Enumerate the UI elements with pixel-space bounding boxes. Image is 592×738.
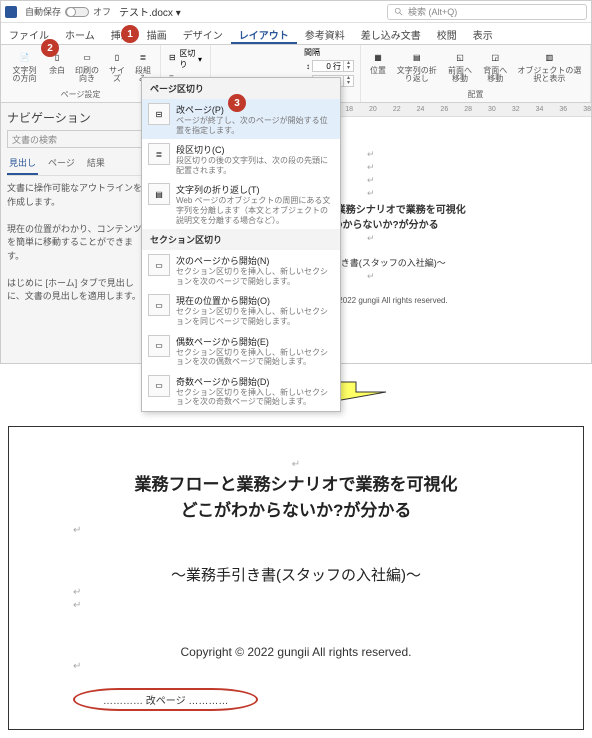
search-placeholder: 検索 (Alt+Q) bbox=[408, 5, 457, 18]
odd-page-icon: ▭ bbox=[148, 375, 170, 397]
nav-tab-headings[interactable]: 見出し bbox=[7, 154, 38, 175]
nav-tab-pages[interactable]: ページ bbox=[46, 154, 77, 175]
next-page-icon: ▭ bbox=[148, 254, 170, 276]
callout-2: 2 bbox=[41, 39, 59, 57]
wrap-text-button[interactable]: ▤文字列の折り返し bbox=[393, 47, 440, 84]
menu-next-page[interactable]: ▭ 次のページから開始(N) セクション区切りを挿入し、新しいセクションを次のペ… bbox=[142, 250, 340, 290]
text-wrap-icon: ▤ bbox=[148, 183, 170, 205]
nav-search-input[interactable]: 文書の検索 bbox=[7, 130, 143, 148]
titlebar: 自動保存 オフ テスト.docx ▾ 検索 (Alt+Q) bbox=[1, 1, 591, 23]
tab-design[interactable]: デザイン bbox=[175, 23, 231, 44]
search-box[interactable]: 検索 (Alt+Q) bbox=[387, 4, 587, 20]
breaks-button[interactable]: ⊟区切り▾ bbox=[167, 47, 204, 71]
result-subtitle: ～業務手引き書(スタッフの入社編)～ bbox=[33, 564, 559, 585]
column-break-icon: ≣ bbox=[148, 143, 170, 165]
nav-body: 文書に操作可能なアウトラインを作成します。 現在の位置がわかり、コンテンツを簡単… bbox=[7, 182, 143, 304]
ribbon: 📄文字列の方向 ▯余白 ▭印刷の向き ▯サイズ ≣段組み ページ設定 ⊟区切り▾… bbox=[1, 45, 591, 103]
menu-desc: ページが終了し、次のページが開始する位置を指定します。 bbox=[176, 116, 334, 135]
selection-pane-button[interactable]: ▥オブジェクトの選択と表示 bbox=[515, 47, 584, 84]
group-page-setup: 📄文字列の方向 ▯余白 ▭印刷の向き ▯サイズ ≣段組み ページ設定 bbox=[1, 45, 161, 102]
menu-odd-page[interactable]: ▭ 奇数ページから開始(D) セクション区切りを挿入し、新しいセクションを次の奇… bbox=[142, 371, 340, 411]
menu-continuous[interactable]: ▭ 現在の位置から開始(O) セクション区切りを挿入し、新しいセクションを同じペ… bbox=[142, 290, 340, 330]
tab-draw[interactable]: 描画 bbox=[139, 23, 175, 44]
bring-forward-button[interactable]: ◱前面へ移動 bbox=[444, 47, 475, 84]
nav-tabs: 見出し ページ 結果 bbox=[7, 154, 143, 176]
page-break-icon: ⊟ bbox=[148, 103, 170, 125]
document-name[interactable]: テスト.docx ▾ bbox=[119, 4, 181, 19]
tab-mailings[interactable]: 差し込み文書 bbox=[353, 23, 429, 44]
tab-layout[interactable]: レイアウト bbox=[231, 23, 297, 44]
page-break-marker: ………… 改ページ ………… bbox=[73, 688, 258, 711]
ribbon-tabs: ファイル ホーム 挿入 描画 デザイン レイアウト 参考資料 差し込み文書 校閲… bbox=[1, 23, 591, 45]
breaks-dropdown: ページ区切り ⊟ 改ページ(P) ページが終了し、次のページが開始する位置を指定… bbox=[141, 77, 341, 412]
orientation-button[interactable]: ▭印刷の向き bbox=[72, 47, 102, 84]
tab-review[interactable]: 校閲 bbox=[429, 23, 465, 44]
menu-page-break[interactable]: ⊟ 改ページ(P) ページが終了し、次のページが開始する位置を指定します。 3 bbox=[142, 99, 340, 139]
dropdown-section-section-breaks: セクション区切り bbox=[142, 229, 340, 250]
result-page: ↵ 業務フローと業務シナリオで業務を可視化 どこがわからないか?が分かる ↵ ～… bbox=[8, 426, 584, 730]
callout-3: 3 bbox=[228, 94, 246, 112]
nav-title: ナビゲーション bbox=[7, 109, 143, 126]
group-arrange: ▦位置 ▤文字列の折り返し ◱前面へ移動 ◲背面へ移動 ▥オブジェクトの選択と表… bbox=[361, 45, 591, 102]
continuous-icon: ▭ bbox=[148, 294, 170, 316]
search-icon bbox=[394, 7, 404, 17]
spacing-before[interactable]: ↕0 行▴▾ bbox=[304, 59, 356, 73]
menu-text-wrap[interactable]: ▤ 文字列の折り返し(T) Web ページのオブジェクトの周囲にある文字列を分離… bbox=[142, 179, 340, 229]
even-page-icon: ▭ bbox=[148, 335, 170, 357]
result-copyright: Copyright © 2022 gungii All rights reser… bbox=[33, 645, 559, 659]
result-title-line2: どこがわからないか?が分かる bbox=[33, 498, 559, 524]
autosave-state: オフ bbox=[93, 5, 111, 18]
size-button[interactable]: ▯サイズ bbox=[106, 47, 128, 84]
callout-1: 1 bbox=[121, 25, 139, 43]
group-label-arrange: 配置 bbox=[468, 89, 484, 100]
word-window: 自動保存 オフ テスト.docx ▾ 検索 (Alt+Q) ファイル ホーム 挿… bbox=[0, 0, 592, 364]
result-title-line1: 業務フローと業務シナリオで業務を可視化 bbox=[33, 472, 559, 498]
tab-references[interactable]: 参考資料 bbox=[297, 23, 353, 44]
word-app-icon bbox=[5, 6, 17, 18]
menu-even-page[interactable]: ▭ 偶数ページから開始(E) セクション区切りを挿入し、新しいセクションを次の偶… bbox=[142, 331, 340, 371]
toggle-icon[interactable] bbox=[65, 7, 89, 17]
autosave-label: 自動保存 bbox=[25, 5, 61, 18]
navigation-pane: ナビゲーション 文書の検索 見出し ページ 結果 文書に操作可能なアウトラインを… bbox=[1, 103, 150, 363]
position-button[interactable]: ▦位置 bbox=[367, 47, 389, 76]
autosave-toggle[interactable]: 自動保存 オフ bbox=[25, 5, 111, 18]
nav-tab-results[interactable]: 結果 bbox=[85, 154, 107, 175]
send-backward-button[interactable]: ◲背面へ移動 bbox=[480, 47, 511, 84]
tab-view[interactable]: 表示 bbox=[465, 23, 501, 44]
group-label-page-setup: ページ設定 bbox=[61, 89, 101, 100]
menu-column-break[interactable]: ≣ 段区切り(C) 段区切りの後の文字列は、次の段の先頭に配置されます。 bbox=[142, 139, 340, 179]
text-direction-button[interactable]: 📄文字列の方向 bbox=[7, 47, 42, 84]
tab-home[interactable]: ホーム bbox=[57, 23, 103, 44]
menu-title: 改ページ(P) bbox=[176, 103, 334, 116]
